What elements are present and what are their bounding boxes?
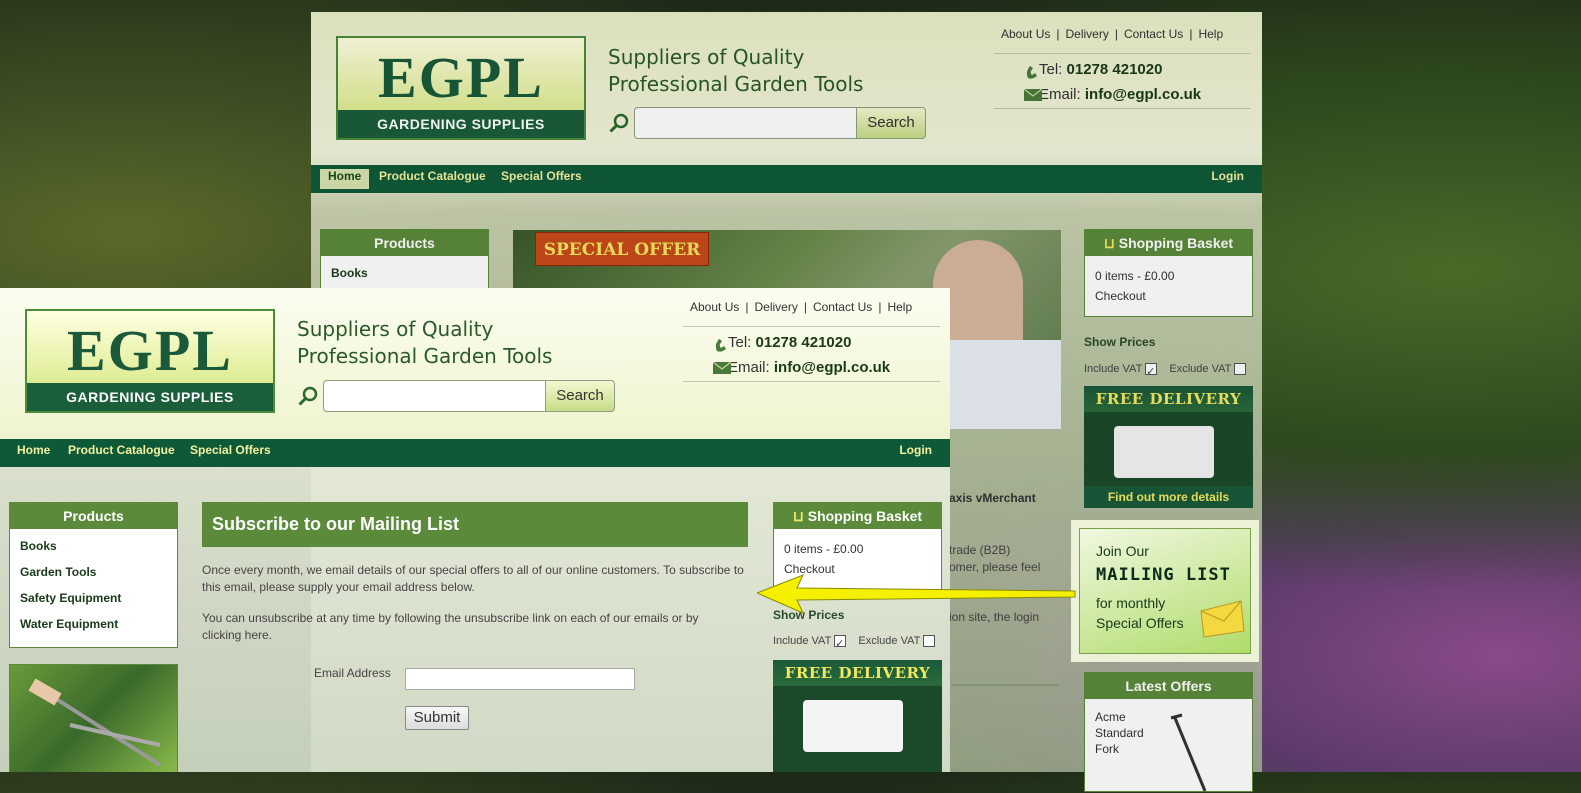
email-icon <box>1024 89 1042 101</box>
mailing-line3: for monthly <box>1096 595 1166 611</box>
product-link-water-equipment[interactable]: Water Equipment <box>20 611 167 637</box>
product-link-books[interactable]: Books <box>331 260 478 286</box>
intro-paragraph: Once every month, we email details of ou… <box>202 563 744 594</box>
contact-block: Tel: 01278 421020 Email: info@egpl.co.uk <box>994 53 1251 109</box>
latest-offers-title: Latest Offers <box>1085 673 1252 699</box>
phone-icon <box>1026 66 1037 79</box>
nav-login[interactable]: Login <box>1203 169 1252 189</box>
nav-bar: Home Product Catalogue Special Offers Lo… <box>0 439 950 467</box>
van-image <box>1114 426 1214 478</box>
find-out-link[interactable]: Find out more details <box>1084 486 1253 508</box>
logo-text: EGPL <box>378 45 544 110</box>
page-title: Subscribe to our Mailing List <box>202 502 748 547</box>
free-delivery-banner[interactable]: FREE DELIVERY Find out more details <box>1084 386 1253 508</box>
basket-icon: ⊔ <box>792 508 808 524</box>
show-prices-label: Show Prices <box>1084 335 1156 349</box>
search-icon <box>609 113 629 133</box>
link-contact-us[interactable]: Contact Us <box>1124 27 1183 41</box>
logo-subtitle: GARDENING SUPPLIES <box>27 383 273 411</box>
mailing-line2: MAILING LIST <box>1096 565 1231 585</box>
email-address-label: Email Address <box>314 666 391 680</box>
search-button[interactable]: Search <box>856 107 926 139</box>
checkout-link[interactable]: Checkout <box>1095 286 1242 306</box>
shears-image <box>28 678 162 767</box>
latest-offers-box: Latest Offers Acme Standard Fork <box>1084 672 1253 792</box>
link-help[interactable]: Help <box>887 300 912 314</box>
product-link-garden-tools[interactable]: Garden Tools <box>20 559 167 585</box>
logo-subtitle: GARDENING SUPPLIES <box>338 110 584 138</box>
nav-product-catalogue[interactable]: Product Catalogue <box>371 169 494 189</box>
van-image <box>803 700 903 752</box>
nav-special-offers[interactable]: Special Offers <box>493 169 590 189</box>
mailing-line4: Special Offers <box>1096 615 1184 631</box>
basket-header: ⊔ Shopping Basket <box>1085 230 1252 256</box>
tagline: Suppliers of Quality Professional Garden … <box>608 45 864 96</box>
free-delivery-title: FREE DELIVERY <box>1084 386 1253 412</box>
text-fragment: trade (B2B) <box>949 543 1011 557</box>
exclude-vat-checkbox[interactable] <box>1234 363 1247 376</box>
tagline: Suppliers of Quality Professional Garden … <box>297 317 553 368</box>
nav-product-catalogue[interactable]: Product Catalogue <box>60 443 183 463</box>
offer-item[interactable]: Acme Standard Fork <box>1085 699 1252 767</box>
link-about-us[interactable]: About Us <box>690 300 739 314</box>
search-input[interactable] <box>323 380 546 412</box>
nav-home[interactable]: Home <box>320 169 370 189</box>
top-links: About Us | Delivery | Contact Us | Help <box>1001 27 1224 41</box>
nav-special-offers[interactable]: Special Offers <box>182 443 279 463</box>
include-vat-checkbox[interactable]: ✓ <box>834 635 847 650</box>
vat-options: Include VAT ✓ Exclude VAT <box>773 633 936 650</box>
text-fragment: axis vMerchant <box>949 491 1036 505</box>
top-links: About Us | Delivery | Contact Us | Help <box>690 300 913 314</box>
vat-options: Include VAT ✓ Exclude VAT <box>1084 361 1247 378</box>
free-delivery-title: FREE DELIVERY <box>773 660 942 686</box>
front-page: EGPL GARDENING SUPPLIES Suppliers of Qua… <box>0 288 950 772</box>
link-contact-us[interactable]: Contact Us <box>813 300 872 314</box>
product-link-books[interactable]: Books <box>20 533 167 559</box>
unsubscribe-paragraph: You can unsubscribe at any time by follo… <box>202 611 699 642</box>
search-button[interactable]: Search <box>545 380 615 412</box>
products-title: Products <box>321 230 488 256</box>
product-link-safety-equipment[interactable]: Safety Equipment <box>20 585 167 611</box>
products-title: Products <box>10 503 177 529</box>
mailing-line1: Join Our <box>1096 543 1149 559</box>
shears-promo-image[interactable] <box>9 664 178 772</box>
logo[interactable]: EGPL GARDENING SUPPLIES <box>336 36 586 140</box>
envelope-icon <box>1200 600 1245 638</box>
products-box: Products Books Garden Tools Safety Equip… <box>9 502 178 648</box>
free-delivery-banner[interactable]: FREE DELIVERY <box>773 660 942 772</box>
nav-login[interactable]: Login <box>891 443 940 463</box>
search-input[interactable] <box>634 107 857 139</box>
shopping-basket-box: ⊔ Shopping Basket 0 items - £0.00 Checkou… <box>1084 229 1253 317</box>
special-offer-label: SPECIAL OFFER <box>535 232 709 266</box>
mailing-list-callout[interactable]: Join Our MAILING LIST for monthly Specia… <box>1071 520 1259 662</box>
fork-image <box>1170 713 1207 792</box>
include-vat-checkbox[interactable]: ✓ <box>1145 363 1158 378</box>
email-icon <box>713 362 731 374</box>
link-help[interactable]: Help <box>1198 27 1223 41</box>
divider <box>951 684 1059 686</box>
basket-items: 0 items - £0.00 <box>1095 269 1175 283</box>
exclude-vat-checkbox[interactable] <box>923 635 936 648</box>
contact-block: Tel: 01278 421020 Email: info@egpl.co.uk <box>683 326 940 382</box>
nav-home[interactable]: Home <box>9 443 58 463</box>
nav-bar: Home Product Catalogue Special Offers Lo… <box>311 165 1262 193</box>
basket-header: ⊔ Shopping Basket <box>774 503 941 529</box>
yellow-arrow <box>757 574 1076 614</box>
logo-text: EGPL <box>67 318 233 383</box>
basket-icon: ⊔ <box>1103 235 1119 251</box>
basket-items: 0 items - £0.00 <box>784 542 864 556</box>
submit-button[interactable]: Submit <box>405 706 469 730</box>
search-icon <box>298 386 318 406</box>
products-box: Products Books <box>320 229 489 289</box>
phone-icon <box>715 339 726 352</box>
logo[interactable]: EGPL GARDENING SUPPLIES <box>25 309 275 413</box>
link-delivery[interactable]: Delivery <box>1065 27 1108 41</box>
link-delivery[interactable]: Delivery <box>754 300 797 314</box>
email-address-input[interactable] <box>405 668 635 690</box>
link-about-us[interactable]: About Us <box>1001 27 1050 41</box>
